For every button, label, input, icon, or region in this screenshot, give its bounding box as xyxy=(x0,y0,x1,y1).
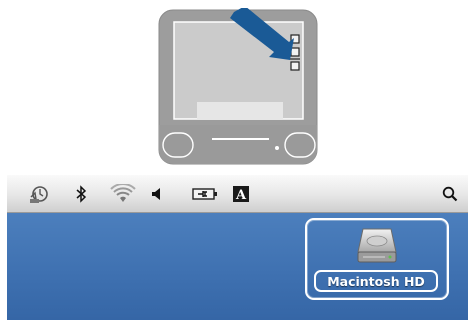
input-menu-glyph: A xyxy=(235,188,247,202)
battery-icon[interactable] xyxy=(191,175,219,212)
input-menu-icon[interactable]: A xyxy=(232,175,250,212)
bluetooth-icon[interactable] xyxy=(73,175,89,212)
hard-drive-icon[interactable] xyxy=(355,227,399,265)
volume-icon[interactable] xyxy=(149,175,163,212)
macintosh-hd-item[interactable]: Macintosh HD xyxy=(305,218,449,300)
desktop: Macintosh HD xyxy=(7,213,468,320)
imac-dock-area xyxy=(197,102,283,119)
imac-chin xyxy=(159,125,317,164)
wifi-icon[interactable] xyxy=(108,175,138,212)
imac-illustration xyxy=(157,8,319,166)
drive-label[interactable]: Macintosh HD xyxy=(314,270,438,292)
spotlight-search-icon[interactable] xyxy=(441,175,459,212)
power-light xyxy=(275,146,279,150)
menu-bar: A xyxy=(7,175,468,213)
time-machine-icon[interactable] xyxy=(27,175,51,212)
